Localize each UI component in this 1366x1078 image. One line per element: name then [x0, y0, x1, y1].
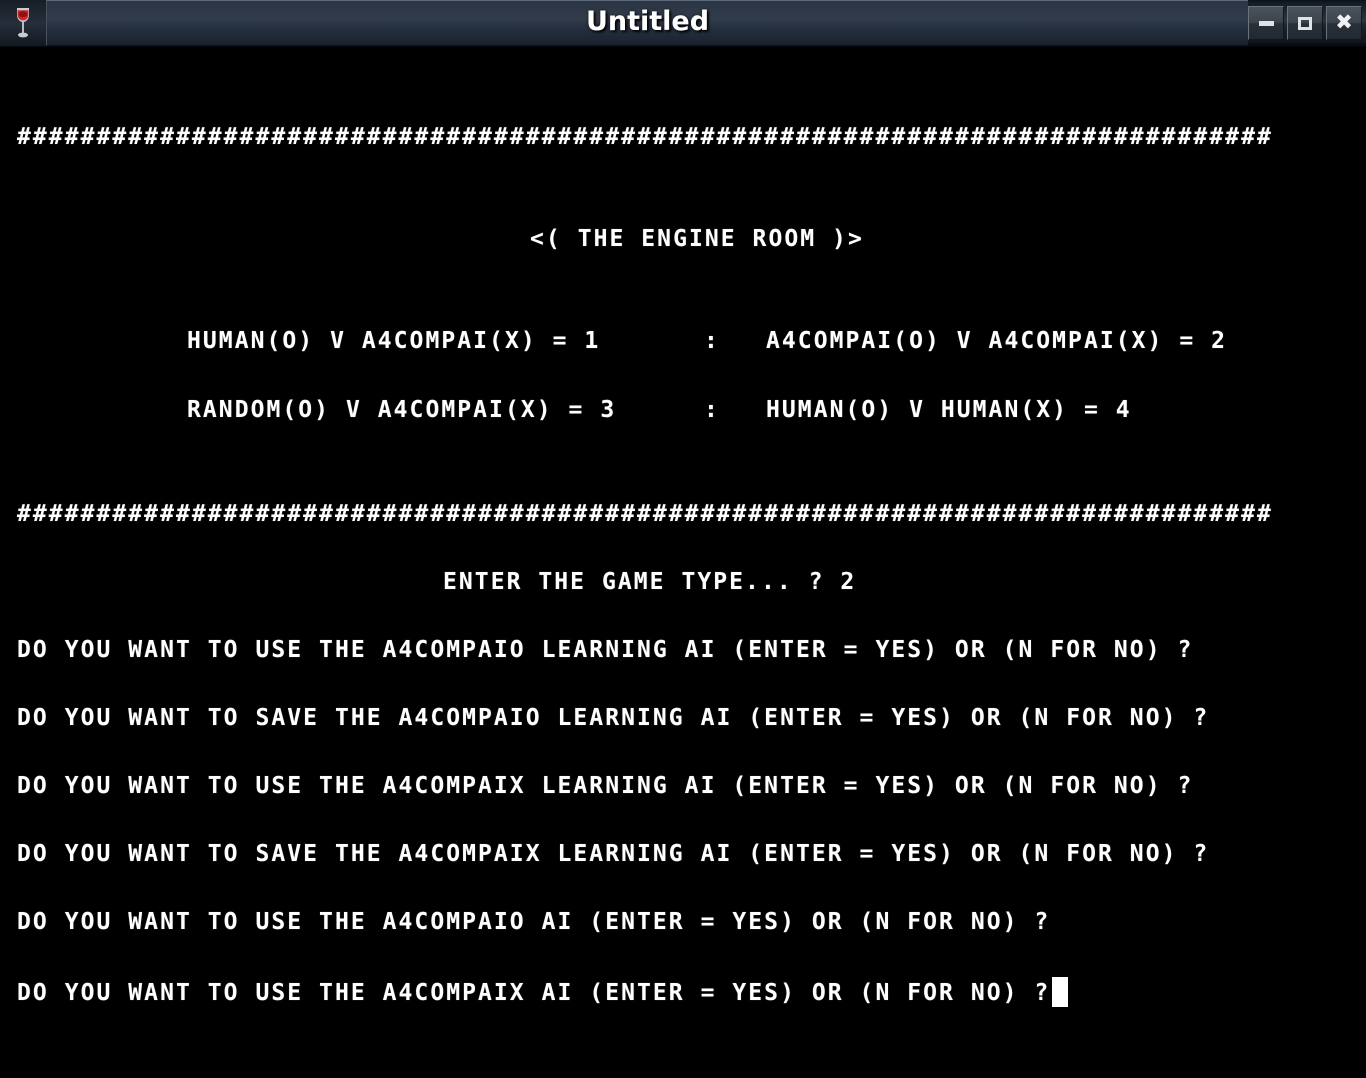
menu-option-4[interactable]: HUMAN(O) V HUMAN(X) = 4 — [766, 397, 1132, 423]
screen-heading: <( THE ENGINE ROOM )> — [530, 226, 864, 252]
game-type-prompt: ENTER THE GAME TYPE... ? 2 — [443, 569, 857, 595]
prompt-line-6-wrapper: DO YOU WANT TO USE THE A4COMPAIX AI (ENT… — [17, 977, 1069, 1007]
minimize-button[interactable] — [1248, 6, 1284, 40]
menu-option-2[interactable]: A4COMPAI(O) V A4COMPAI(X) = 2 — [766, 328, 1227, 354]
prompt-line-1: DO YOU WANT TO USE THE A4COMPAIO LEARNIN… — [17, 637, 1194, 663]
separator-line-bottom: ########################################… — [17, 501, 1273, 527]
prompt-line-2: DO YOU WANT TO SAVE THE A4COMPAIO LEARNI… — [17, 705, 1210, 731]
wine-glass-icon — [0, 0, 46, 46]
menu-row1-separator: : — [704, 328, 720, 354]
window-controls: ✖ — [1248, 0, 1366, 46]
menu-option-3[interactable]: RANDOM(O) V A4COMPAI(X) = 3 — [187, 397, 616, 423]
close-icon: ✖ — [1335, 9, 1353, 34]
maximize-button[interactable] — [1287, 6, 1323, 40]
application-window: Untitled ✖ #############################… — [0, 0, 1366, 1078]
title-bar-center: Untitled — [46, 0, 1248, 46]
separator-line-top: ########################################… — [17, 124, 1273, 150]
prompt-line-5: DO YOU WANT TO USE THE A4COMPAIO AI (ENT… — [17, 909, 1051, 935]
window-title: Untitled — [585, 6, 710, 37]
minimize-icon — [1258, 20, 1274, 26]
prompt-line-6: DO YOU WANT TO USE THE A4COMPAIX AI (ENT… — [17, 980, 1051, 1006]
prompt-line-4: DO YOU WANT TO SAVE THE A4COMPAIX LEARNI… — [17, 841, 1210, 867]
terminal-output[interactable]: ########################################… — [0, 47, 1366, 1078]
close-button[interactable]: ✖ — [1326, 6, 1362, 40]
title-bar[interactable]: Untitled ✖ — [0, 0, 1366, 47]
menu-option-1[interactable]: HUMAN(O) V A4COMPAI(X) = 1 — [187, 328, 600, 354]
prompt-line-3: DO YOU WANT TO USE THE A4COMPAIX LEARNIN… — [17, 773, 1194, 799]
maximize-icon — [1298, 16, 1312, 30]
text-cursor — [1052, 977, 1069, 1007]
menu-row2-separator: : — [704, 397, 720, 423]
